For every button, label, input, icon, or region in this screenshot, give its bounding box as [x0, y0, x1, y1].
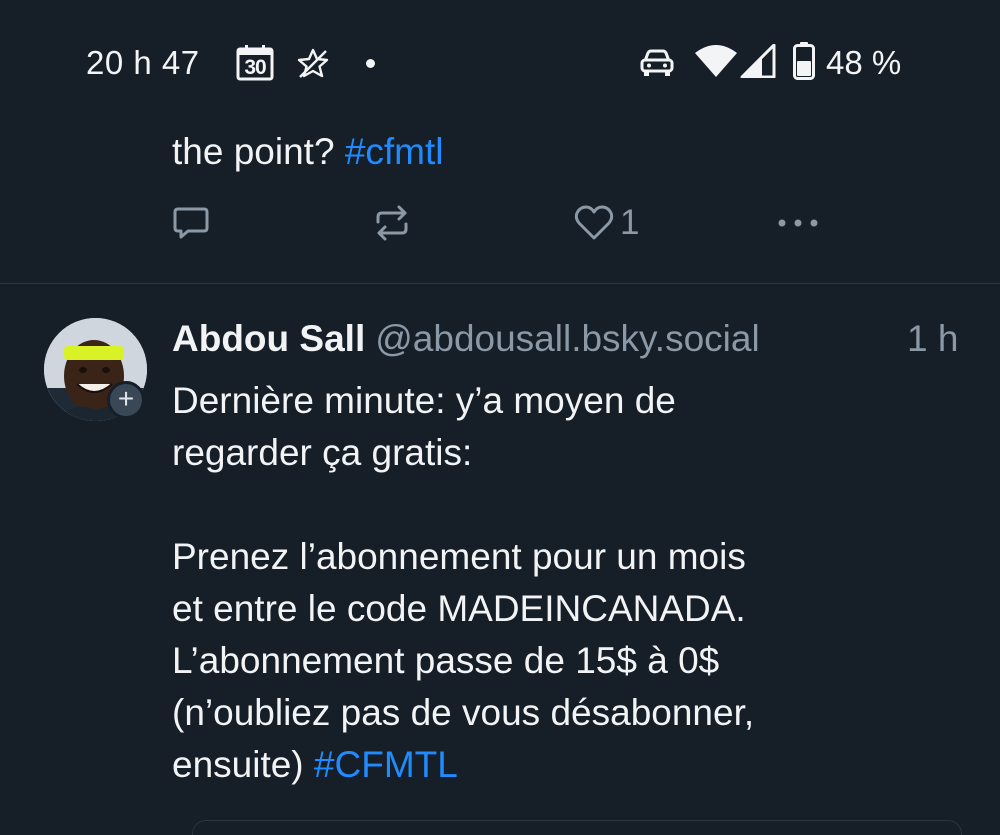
- battery-percentage: 48 %: [826, 44, 902, 81]
- like-count: 1: [620, 203, 640, 242]
- calendar-icon: 30: [236, 45, 274, 81]
- calendar-day: 30: [244, 56, 266, 79]
- previous-post-text: the point? #cfmtl: [172, 127, 444, 177]
- author-handle[interactable]: @abdousall.bsky.social: [375, 318, 759, 359]
- post-hashtag-link[interactable]: #CFMTL: [314, 744, 458, 785]
- post-line-text: ensuite): [172, 744, 314, 785]
- post-body: Dernière minute: y’a moyen de regarder ç…: [172, 375, 972, 791]
- post-line: et entre le code MADEINCANADA.: [172, 588, 746, 629]
- post-line: Dernière minute: y’a moyen de: [172, 380, 676, 421]
- battery-icon: [793, 42, 815, 80]
- wifi-icon: [694, 44, 738, 78]
- reply-button[interactable]: [172, 196, 210, 250]
- post-line: (n’oubliez pas de vous désabonner,: [172, 692, 755, 733]
- reply-icon: [173, 207, 209, 239]
- like-button[interactable]: 1: [574, 196, 639, 250]
- more-options-button[interactable]: [776, 196, 820, 250]
- repost-icon: [376, 205, 408, 241]
- follow-badge[interactable]: +: [107, 381, 145, 419]
- signal-icon: [740, 43, 776, 79]
- heart-icon: [574, 205, 614, 240]
- embed-card[interactable]: [192, 820, 962, 835]
- author-name[interactable]: Abdou Sall: [172, 318, 365, 359]
- previous-post-fragment: the point?: [172, 131, 345, 172]
- notification-dot-icon: [366, 59, 375, 68]
- status-time: 20 h 47: [86, 44, 200, 81]
- car-icon: [640, 49, 674, 77]
- repost-button[interactable]: [372, 196, 412, 250]
- post-header: Abdou Sall @abdousall.bsky.social 1 h: [172, 313, 958, 365]
- hashtag-link[interactable]: #cfmtl: [345, 131, 444, 172]
- post-actions: 1: [0, 196, 1000, 250]
- post-line: L’abonnement passe de 15$ à 0$: [172, 640, 720, 681]
- post-line-last: ensuite) #CFMTL: [172, 739, 972, 791]
- status-bar: 20 h 47 30 48 %: [0, 0, 1000, 125]
- post-line: [172, 479, 972, 531]
- post-divider: [0, 283, 1000, 284]
- more-icon: [778, 219, 818, 227]
- post-line: Prenez l’abonnement pour un mois: [172, 536, 746, 577]
- screen: 20 h 47 30 48 % the point? #cfmtl 1 + Ab…: [0, 0, 1000, 835]
- post-timestamp: 1 h: [907, 318, 959, 359]
- star-icon: [296, 47, 330, 79]
- post-line: regarder ça gratis:: [172, 432, 473, 473]
